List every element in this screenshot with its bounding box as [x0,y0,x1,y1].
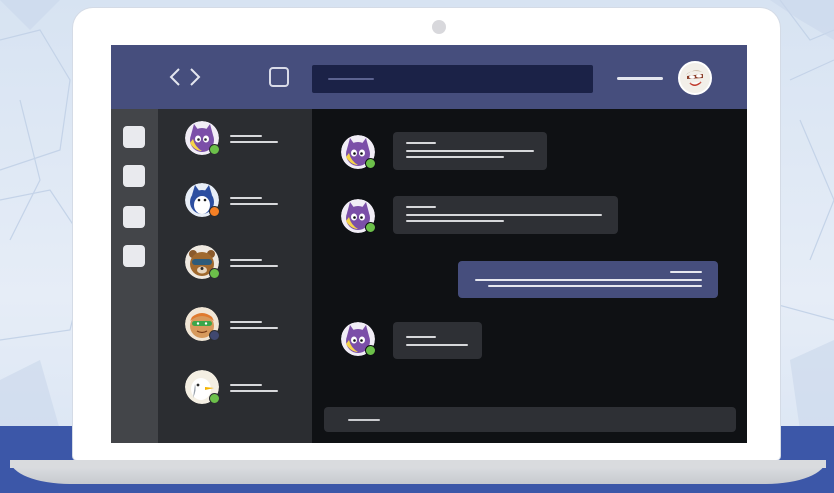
chat-name-line [230,321,262,323]
status-available-icon [209,393,220,404]
message-bubble [393,132,547,170]
status-offline-icon [209,330,220,341]
app-square-icon[interactable] [123,165,145,187]
status-available-icon [209,144,220,155]
compose-placeholder-line [348,419,380,421]
chat-list-item[interactable] [185,370,295,410]
chat-preview-line [230,203,278,205]
message-avatar [341,322,376,356]
status-available-icon [365,222,376,233]
chat-list-item[interactable] [185,183,295,223]
chat-preview-line [230,390,278,392]
message-bubble [393,322,482,359]
message-text-line [406,220,504,222]
message-sender-line [670,271,702,273]
app-square-icon[interactable] [123,245,145,267]
chat-name-line [230,197,262,199]
user-avatar[interactable] [678,61,712,95]
code-brackets-icon[interactable] [167,65,203,89]
app-square-icon[interactable] [123,206,145,228]
chat-name-line [230,384,262,386]
chat-preview-line [230,265,278,267]
message-avatar [341,199,376,233]
avatar [185,307,220,341]
search-placeholder-line [328,78,374,80]
message-bubble [393,196,618,234]
search-input[interactable] [312,65,593,93]
message-avatar [341,135,376,169]
chat-list-item[interactable] [185,245,295,285]
message-sender-line [406,142,436,144]
user-avatar-icon [680,63,710,93]
chat-preview-line [230,141,278,143]
user-name-line [617,77,663,80]
compose-input[interactable] [324,407,736,432]
message-text-line [406,214,602,216]
avatar [185,370,220,404]
app-square-icon[interactable] [123,126,145,148]
status-available-icon [209,268,220,279]
status-available-icon [365,345,376,356]
message-text-line [475,279,702,281]
chat-name-line [230,135,262,137]
app-rail [111,109,158,443]
status-available-icon [365,158,376,169]
chat-list [158,109,312,443]
conversation-pane [312,109,747,443]
message-sender-line [406,336,436,338]
topbar [111,45,747,109]
message-text-line [406,344,468,346]
status-away-icon [209,206,220,217]
webcam [432,20,446,34]
avatar [185,121,220,155]
square-icon[interactable] [269,67,289,87]
chat-name-line [230,259,262,261]
message-text-line [406,156,504,158]
message-sender-line [406,206,436,208]
message-text-line [488,285,702,287]
avatar [185,183,220,217]
chat-preview-line [230,327,278,329]
message-text-line [406,150,534,152]
chat-list-item[interactable] [185,307,295,347]
chat-list-item[interactable] [185,121,295,161]
outgoing-message-bubble [458,261,718,298]
app-window [111,45,747,443]
laptop-base-lip [10,460,826,468]
avatar [185,245,220,279]
